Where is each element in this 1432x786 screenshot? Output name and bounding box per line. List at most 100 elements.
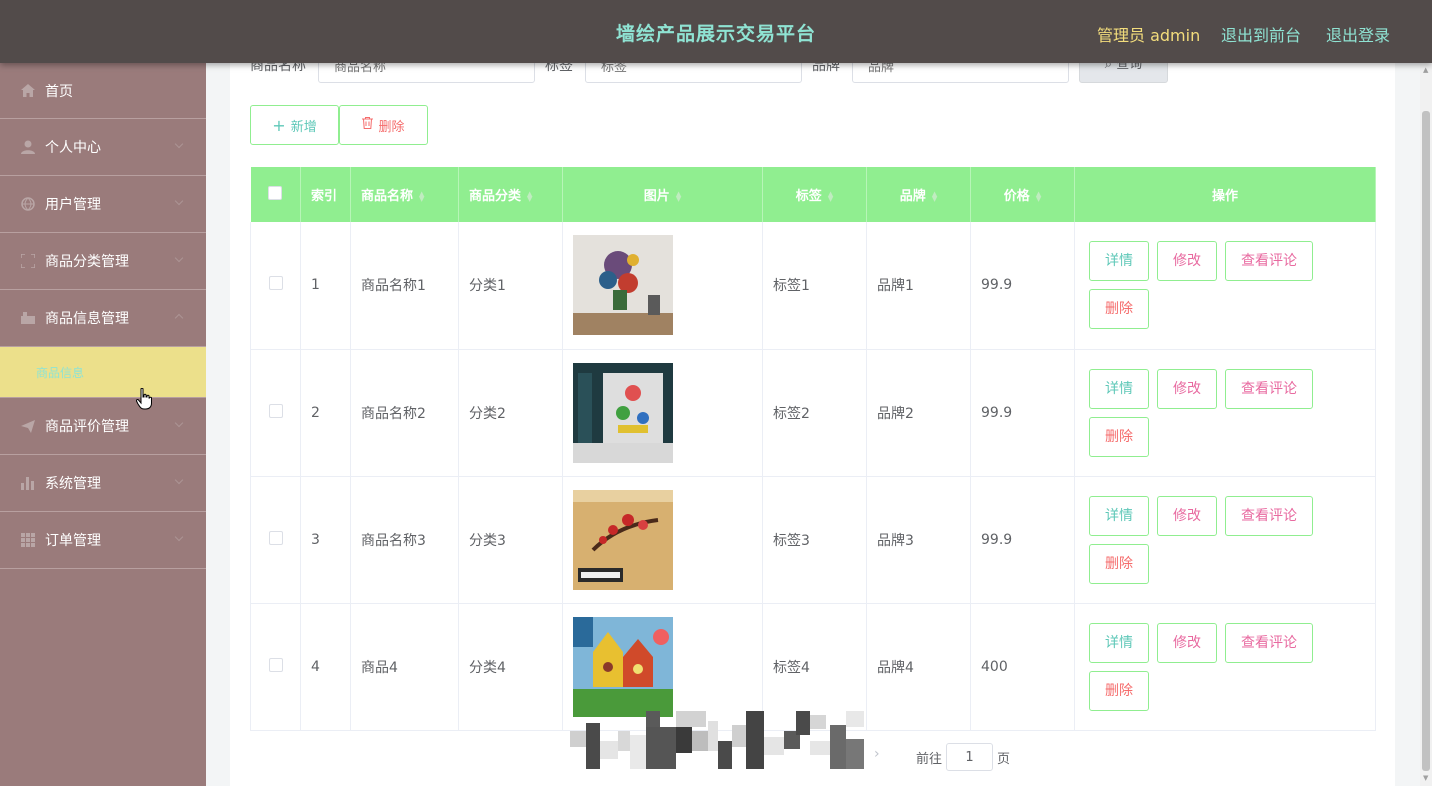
cell-brand: 品牌3 xyxy=(866,476,971,604)
table-row: 1 商品名称1 分类1 标签1 品牌1 99.9 详情 修改 查看评论 删除 xyxy=(250,222,1376,350)
chart-icon xyxy=(20,476,36,490)
view-comments-button[interactable]: 查看评论 xyxy=(1225,241,1313,282)
product-image xyxy=(573,489,673,590)
detail-button[interactable]: 详情 xyxy=(1089,368,1149,409)
row-select-cell[interactable] xyxy=(250,603,301,731)
row-select-cell[interactable] xyxy=(250,349,301,477)
delete-button[interactable]: 删除 xyxy=(1089,416,1149,457)
sidebar-item-label: 订单管理 xyxy=(45,533,101,549)
chevron-down-icon xyxy=(174,196,184,206)
sort-icon[interactable]: ▲ ▼ xyxy=(1036,190,1041,202)
row-checkbox[interactable] xyxy=(268,657,283,672)
cell-image xyxy=(562,349,763,477)
cell-tag: 标签3 xyxy=(762,476,867,604)
sort-icon[interactable]: ▲ ▼ xyxy=(932,190,937,202)
cell-actions: 详情 修改 查看评论 删除 xyxy=(1074,349,1376,477)
product-image xyxy=(573,616,673,717)
column-header-name[interactable]: 商品名称 ▲ ▼ xyxy=(350,167,459,222)
view-comments-button[interactable]: 查看评论 xyxy=(1225,368,1313,409)
select-all-checkbox[interactable] xyxy=(268,185,283,200)
cell-name: 商品名称3 xyxy=(350,476,459,604)
detail-button[interactable]: 详情 xyxy=(1089,241,1149,282)
page-suffix: 页 xyxy=(997,752,1011,767)
cell-image xyxy=(562,476,763,604)
cell-tag: 标签1 xyxy=(762,222,867,350)
chevron-down-icon xyxy=(174,475,184,485)
sidebar-item-label: 首页 xyxy=(45,83,73,100)
column-header-tag[interactable]: 标签 ▲ ▼ xyxy=(762,167,867,222)
edit-button[interactable]: 修改 xyxy=(1157,495,1217,536)
next-page-icon[interactable]: › xyxy=(874,746,880,762)
row-select-cell[interactable] xyxy=(250,222,301,350)
row-select-cell[interactable] xyxy=(250,476,301,604)
sidebar-item-category[interactable]: 商品分类管理 xyxy=(0,233,206,290)
cell-name: 商品名称1 xyxy=(350,222,459,350)
delete-button[interactable]: 删除 xyxy=(1089,670,1149,711)
delete-button[interactable]: 删除 xyxy=(1089,289,1149,330)
sort-icon[interactable]: ▲ ▼ xyxy=(527,190,532,202)
product-table: 索引 商品名称 ▲ ▼ 商品分类 ▲ ▼ 图片 ▲ ▼ 标签 ▲ ▼ 品牌 ▲ ▼ 价格 ▲ ▼ 操作 … xyxy=(250,167,1376,731)
submenu-item-product-info[interactable]: 商品信息 xyxy=(0,347,206,398)
cell-name: 商品名称2 xyxy=(350,349,459,477)
chevron-down-icon xyxy=(174,532,184,542)
column-header-price[interactable]: 价格 ▲ ▼ xyxy=(970,167,1075,222)
delete-button[interactable]: 删除 xyxy=(1089,543,1149,584)
sidebar-item-reviews[interactable]: 商品评价管理 xyxy=(0,398,206,455)
sidebar: 首页 个人中心 用户管理 商品分类管理 商品信息管理 商品信息 商品评价管理 系… xyxy=(0,63,206,786)
logout-link[interactable]: 退出登录 xyxy=(1326,22,1390,46)
edit-button[interactable]: 修改 xyxy=(1157,622,1217,663)
table-header-row: 索引 商品名称 ▲ ▼ 商品分类 ▲ ▼ 图片 ▲ ▼ 标签 ▲ ▼ 品牌 ▲ ▼ 价格 ▲ ▼ 操作 xyxy=(250,167,1376,222)
sidebar-item-orders[interactable]: 订单管理 xyxy=(0,512,206,569)
admin-label: 管理员 admin xyxy=(1097,26,1201,45)
cell-index: 4 xyxy=(300,603,351,731)
app-title: 墙绘产品展示交易平台 xyxy=(615,23,816,45)
scroll-down-icon[interactable]: ▼ xyxy=(1423,774,1428,782)
select-all-cell[interactable] xyxy=(250,167,301,222)
home-icon xyxy=(20,84,36,98)
row-checkbox[interactable] xyxy=(268,530,283,545)
edit-button[interactable]: 修改 xyxy=(1157,241,1217,282)
page-scrollbar[interactable]: ▲ ▼ xyxy=(1420,63,1432,786)
submenu-item-label: 商品信息 xyxy=(36,365,85,380)
sidebar-item-profile[interactable]: 个人中心 xyxy=(0,119,206,176)
sidebar-item-label: 个人中心 xyxy=(45,140,101,156)
view-comments-button[interactable]: 查看评论 xyxy=(1225,622,1313,663)
sidebar-item-label: 用户管理 xyxy=(45,197,101,213)
sidebar-item-home[interactable]: 首页 xyxy=(0,63,206,119)
column-header-brand[interactable]: 品牌 ▲ ▼ xyxy=(866,167,971,222)
detail-button[interactable]: 详情 xyxy=(1089,495,1149,536)
sort-icon[interactable]: ▲ ▼ xyxy=(419,190,424,202)
add-button[interactable]: + 新增 xyxy=(250,105,339,145)
row-checkbox[interactable] xyxy=(268,276,283,291)
grid-icon xyxy=(20,533,36,547)
sort-icon[interactable]: ▲ ▼ xyxy=(828,190,833,202)
cell-actions: 详情 修改 查看评论 删除 xyxy=(1074,603,1376,731)
cell-category: 分类4 xyxy=(458,603,563,731)
exit-to-front-link[interactable]: 退出到前台 xyxy=(1221,22,1301,46)
column-header-actions: 操作 xyxy=(1074,167,1376,222)
detail-button[interactable]: 详情 xyxy=(1089,622,1149,663)
view-comments-button[interactable]: 查看评论 xyxy=(1225,495,1313,536)
edit-button[interactable]: 修改 xyxy=(1157,368,1217,409)
batch-delete-button[interactable]: 删除 xyxy=(339,105,428,145)
cell-brand: 品牌1 xyxy=(866,222,971,350)
send-icon xyxy=(20,419,36,433)
scrollbar-thumb[interactable] xyxy=(1422,111,1430,771)
sidebar-item-product-info[interactable]: 商品信息管理 xyxy=(0,290,206,347)
column-header-image[interactable]: 图片 ▲ ▼ xyxy=(562,167,763,222)
scroll-up-icon[interactable]: ▲ xyxy=(1423,66,1428,74)
chevron-down-icon xyxy=(174,253,184,263)
cell-price: 99.9 xyxy=(970,222,1075,350)
sort-icon[interactable]: ▲ ▼ xyxy=(676,190,681,202)
column-header-category[interactable]: 商品分类 ▲ ▼ xyxy=(458,167,563,222)
sidebar-item-system[interactable]: 系统管理 xyxy=(0,455,206,512)
sidebar-item-label: 商品分类管理 xyxy=(45,254,129,270)
table-row: 2 商品名称2 分类2 标签2 品牌2 99.9 详情 修改 查看评论 删除 xyxy=(250,349,1376,477)
cell-tag: 标签2 xyxy=(762,349,867,477)
sidebar-item-users[interactable]: 用户管理 xyxy=(0,176,206,233)
cell-price: 400 xyxy=(970,603,1075,731)
page-jump-input[interactable] xyxy=(946,743,993,771)
frame-icon xyxy=(20,254,36,268)
row-checkbox[interactable] xyxy=(268,403,283,418)
cell-price: 99.9 xyxy=(970,476,1075,604)
